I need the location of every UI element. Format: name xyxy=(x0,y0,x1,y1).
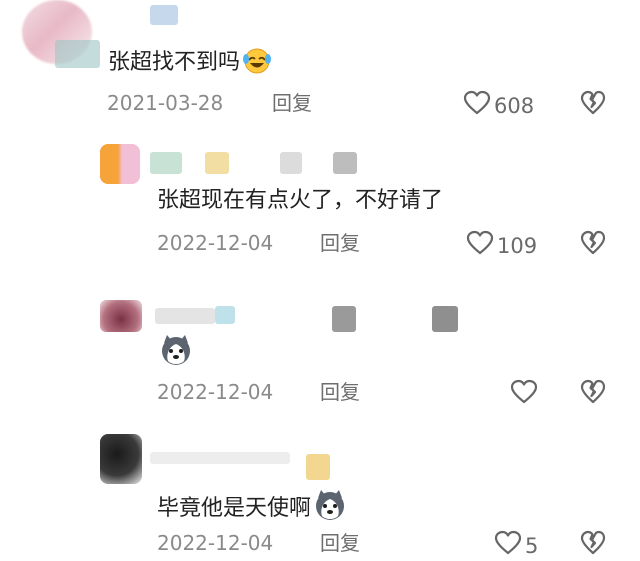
username-redacted xyxy=(55,40,100,68)
comment-item: 张超现在有点火了，不好请了 2022-12-04 回复 109 xyxy=(0,140,640,265)
heart-outline-icon xyxy=(494,530,525,561)
husky-dog-emoji-icon xyxy=(159,334,193,374)
comment-text-content: 张超找不到吗 xyxy=(108,50,241,75)
reply-button[interactable]: 回复 xyxy=(320,531,360,555)
broken-heart-icon xyxy=(580,90,606,120)
comment-item: 毕竟他是天使啊 2022-12-04 回复 5 xyxy=(0,430,640,559)
dislike-button[interactable] xyxy=(580,230,606,260)
username-redacted xyxy=(332,306,356,332)
comment-date: 2022-12-04 xyxy=(157,380,274,404)
broken-heart-icon xyxy=(580,530,606,560)
heart-outline-icon xyxy=(463,90,494,121)
reply-button[interactable]: 回复 xyxy=(320,231,360,255)
reply-button[interactable]: 回复 xyxy=(272,91,312,115)
avatar[interactable] xyxy=(100,434,142,484)
username-redacted[interactable] xyxy=(155,308,215,324)
comment-date: 2021-03-28 xyxy=(107,91,224,115)
like-button[interactable]: 5 xyxy=(494,530,538,561)
like-button[interactable] xyxy=(510,379,541,410)
comment-text: 张超找不到吗 xyxy=(108,47,272,83)
comment-text-content: 毕竟他是天使啊 xyxy=(157,496,312,521)
dislike-button[interactable] xyxy=(580,90,606,120)
comment-date: 2022-12-04 xyxy=(157,231,274,255)
husky-dog-emoji-icon xyxy=(313,489,347,529)
heart-outline-icon xyxy=(466,230,497,261)
like-button[interactable]: 608 xyxy=(463,90,534,121)
broken-heart-icon xyxy=(580,230,606,260)
username-redacted[interactable] xyxy=(150,152,182,174)
comment-item: 张超找不到吗 2021-03-28 回复 608 xyxy=(0,0,640,125)
heart-outline-icon xyxy=(510,379,541,410)
comment-text xyxy=(157,334,193,374)
like-count: 109 xyxy=(497,233,538,258)
like-count: 608 xyxy=(494,93,535,118)
comment-item: 2022-12-04 回复 xyxy=(0,290,640,415)
username-redacted[interactable] xyxy=(150,452,290,464)
like-button[interactable]: 109 xyxy=(466,230,537,261)
like-count: 5 xyxy=(525,533,539,558)
username-redacted xyxy=(306,454,330,480)
username-redacted xyxy=(432,306,458,332)
dislike-button[interactable] xyxy=(580,530,606,560)
laughing-tears-emoji-icon xyxy=(242,47,272,83)
username-redacted[interactable] xyxy=(150,5,178,25)
username-redacted xyxy=(280,152,302,174)
dislike-button[interactable] xyxy=(580,379,606,409)
username-redacted xyxy=(215,306,235,324)
comment-text: 张超现在有点火了，不好请了 xyxy=(157,188,444,213)
avatar[interactable] xyxy=(100,144,140,184)
avatar[interactable] xyxy=(100,300,142,332)
username-redacted xyxy=(205,152,229,174)
reply-button[interactable]: 回复 xyxy=(320,380,360,404)
comment-date: 2022-12-04 xyxy=(157,531,274,555)
comment-text: 毕竟他是天使啊 xyxy=(157,489,347,529)
broken-heart-icon xyxy=(580,379,606,409)
username-redacted xyxy=(333,152,357,174)
